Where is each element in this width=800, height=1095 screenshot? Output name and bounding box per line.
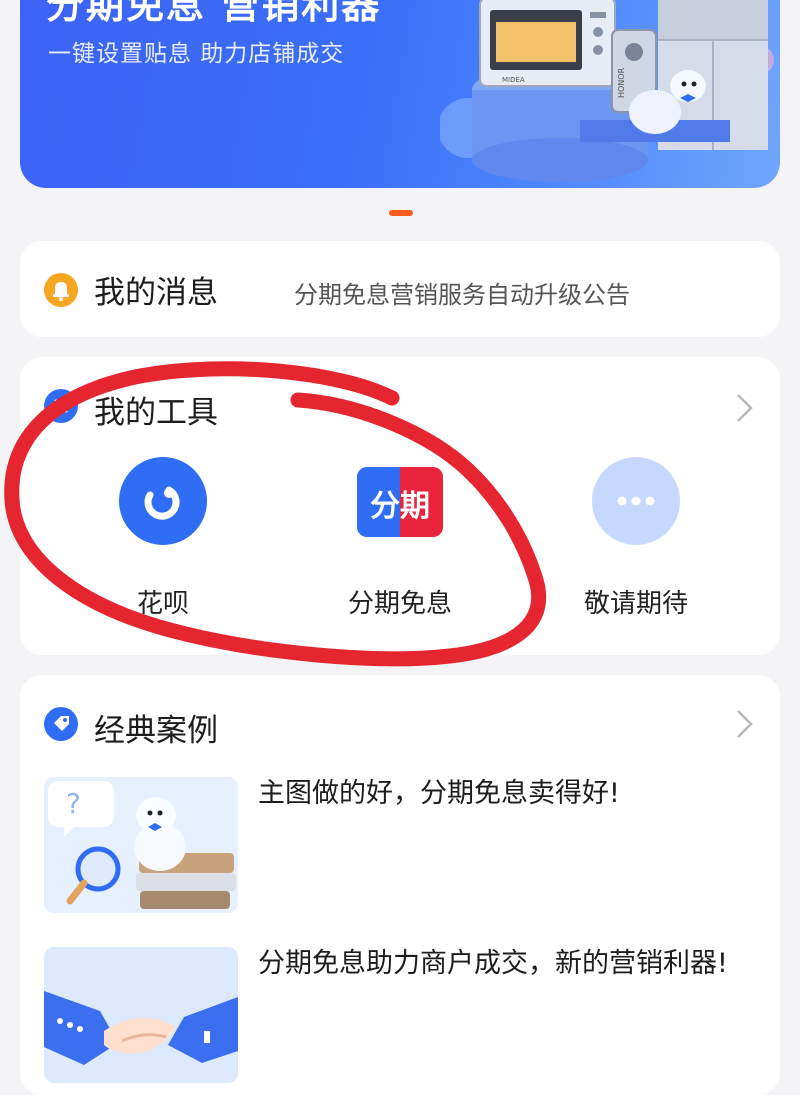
- case-title: 分期免息助力商户成交，新的营销利器!: [258, 948, 728, 979]
- tool-label: 敬请期待: [583, 589, 688, 619]
- tools-title: 我的工具: [94, 395, 218, 431]
- fenqi-icon: 分期: [357, 467, 443, 537]
- cases-card: 经典案例 ? 主图做的好，分期免息卖得好! 分期免息助力商户成交，新的营销利器!: [20, 675, 780, 1095]
- tool-label: 花呗: [136, 589, 189, 619]
- tool-coming-soon[interactable]: 敬请期待: [536, 457, 736, 620]
- case-title: 主图做的好，分期免息卖得好!: [258, 778, 620, 809]
- banner-title: 分期免息 营销利器: [46, 0, 382, 27]
- messages-card[interactable]: 我的消息 分期免息营销服务自动升级公告: [20, 241, 780, 337]
- tool-label: 分期免息: [347, 589, 452, 619]
- banner-illustration: MIDEA HONOR: [440, 0, 774, 182]
- tool-huabei[interactable]: 花呗: [63, 457, 263, 620]
- more-icon: [592, 457, 680, 545]
- bell-icon: [44, 273, 78, 307]
- huabei-icon: [119, 457, 207, 545]
- messages-notice[interactable]: 分期免息营销服务自动升级公告: [294, 275, 630, 310]
- case-item[interactable]: 分期免息助力商户成交，新的营销利器!: [44, 947, 756, 1087]
- chevron-right-icon[interactable]: [732, 707, 756, 741]
- tools-icon: [44, 389, 78, 423]
- tools-card: 我的工具 花呗 分期 分期免息 敬请期待: [20, 357, 780, 655]
- tool-fenqi[interactable]: 分期 分期免息: [300, 457, 500, 620]
- chevron-right-icon[interactable]: [732, 391, 756, 425]
- tag-icon: [44, 707, 78, 741]
- case-item[interactable]: ? 主图做的好，分期免息卖得好!: [44, 777, 756, 917]
- phone-brand: HONOR: [617, 67, 626, 98]
- cases-title: 经典案例: [94, 713, 218, 749]
- messages-title: 我的消息: [94, 275, 218, 311]
- svg-text:?: ?: [66, 787, 81, 820]
- case-thumbnail: [44, 947, 238, 1083]
- promo-banner[interactable]: 分期免息 营销利器 一键设置贴息 助力店铺成交 MIDEA HONOR: [20, 0, 780, 188]
- oven-brand: MIDEA: [502, 76, 525, 84]
- carousel-indicator: [389, 210, 413, 216]
- banner-subtitle: 一键设置贴息 助力店铺成交: [48, 41, 345, 67]
- case-thumbnail: ?: [44, 777, 238, 913]
- fenqi-icon-text: 分期: [370, 489, 430, 524]
